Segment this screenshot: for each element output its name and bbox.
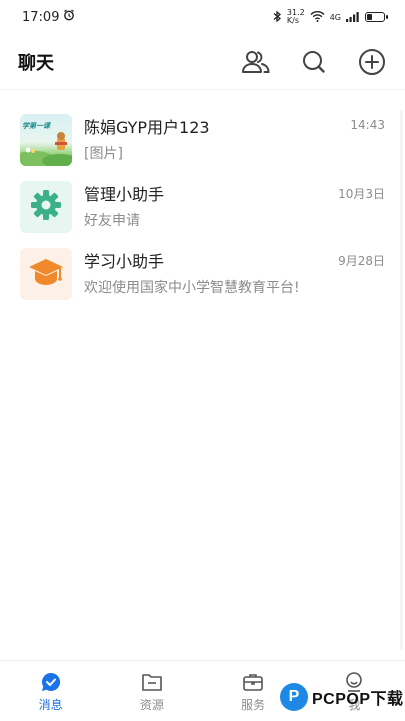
nav-label: 资源 — [139, 697, 164, 712]
add-icon[interactable] — [357, 47, 387, 77]
battery-icon — [365, 12, 388, 22]
avatar — [20, 181, 72, 233]
nav-label: 消息 — [38, 697, 63, 712]
page-header: 聊天 — [0, 34, 405, 90]
chat-time: 14:43 — [350, 118, 385, 132]
header-actions — [241, 47, 387, 77]
net-speed: 31.2 K/s — [287, 9, 305, 25]
nav-item-messages[interactable]: 消息 — [1, 670, 101, 713]
message-icon — [39, 670, 63, 694]
watermark-logo: P — [280, 683, 308, 711]
chat-preview: [图片] — [84, 146, 123, 162]
status-bar: 17:09 31.2 K/s 4G — [0, 0, 405, 34]
status-right: 31.2 K/s 4G — [273, 9, 388, 25]
avatar-banner-text: 学第一课 — [22, 122, 50, 130]
chat-preview: 好友申请 — [84, 213, 140, 229]
bluetooth-icon — [273, 10, 282, 25]
chat-preview: 欢迎使用国家中小学智慧教育平台! — [84, 280, 300, 296]
gear-icon — [29, 188, 63, 226]
avatar: 学第一课 — [20, 114, 72, 166]
chat-time: 10月3日 — [338, 187, 385, 201]
watermark: P PCPOP下载 — [280, 683, 404, 711]
chat-item[interactable]: 学第一课 陈娟GYP用户123 [图片] 14:43 — [0, 106, 405, 173]
graduation-cap-icon — [27, 256, 65, 292]
search-icon[interactable] — [299, 47, 329, 77]
chat-list: 学第一课 陈娟GYP用户123 [图片] 14:43 管理小助手 好友申请 10… — [0, 106, 405, 307]
nav-label: 服务 — [241, 697, 266, 712]
status-left: 17:09 — [22, 9, 75, 25]
chat-body: 陈娟GYP用户123 [图片] — [84, 114, 385, 164]
chat-item[interactable]: 学习小助手 欢迎使用国家中小学智慧教育平台! 9月28日 — [0, 240, 405, 307]
alarm-icon — [63, 9, 75, 25]
folder-icon — [140, 670, 164, 694]
briefcase-icon — [241, 670, 265, 694]
net-speed-unit: K/s — [286, 16, 299, 25]
scrollbar — [400, 110, 403, 650]
network-label: 4G — [329, 12, 341, 22]
chat-item[interactable]: 管理小助手 好友申请 10月3日 — [0, 173, 405, 240]
status-time: 17:09 — [22, 9, 60, 25]
page-title: 聊天 — [18, 52, 54, 74]
watermark-text: PCPOP下载 — [312, 691, 404, 708]
avatar — [20, 248, 72, 300]
chat-name: 陈娟GYP用户123 — [84, 118, 210, 137]
nav-item-resources[interactable]: 资源 — [102, 670, 202, 713]
signal-icon — [346, 11, 360, 24]
chat-time: 9月28日 — [338, 254, 385, 268]
wifi-icon — [310, 10, 325, 24]
contacts-icon[interactable] — [241, 47, 271, 77]
